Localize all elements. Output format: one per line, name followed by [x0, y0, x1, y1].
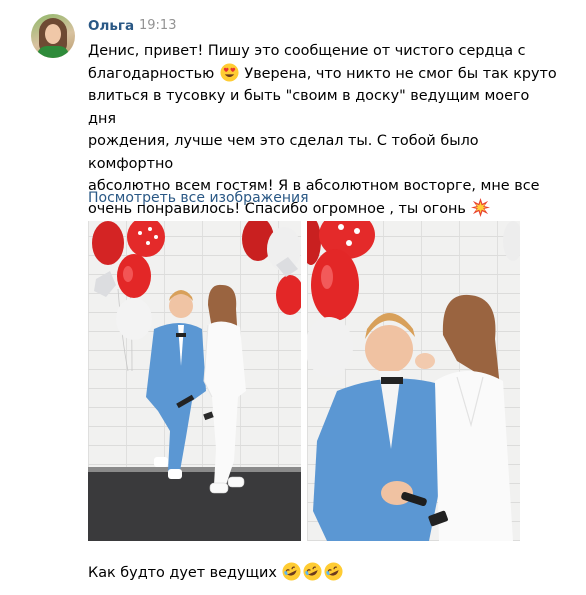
- message-line: благодарностью: [88, 65, 215, 82]
- message-line: Денис, привет! Пишу это сообщение от чис…: [88, 43, 526, 59]
- smiling-face-with-heart-eyes-icon: [220, 62, 239, 82]
- photo-couple-closeup[interactable]: [307, 221, 520, 541]
- rolling-on-the-floor-laughing-icon: [282, 562, 302, 581]
- comment-text: Как будто дует ведущих: [88, 562, 344, 584]
- view-all-images-link[interactable]: Посмотреть все изображения: [88, 188, 309, 208]
- rolling-on-the-floor-laughing-icon: [324, 562, 344, 581]
- message-line: Уверена, что никто не смог бы так круто: [244, 65, 557, 82]
- avatar[interactable]: [31, 14, 75, 58]
- message-post: Ольга 19:13 Денис, привет! Пишу это сооб…: [0, 0, 586, 595]
- photo-couple-full[interactable]: [88, 221, 301, 541]
- author-name[interactable]: Ольга: [88, 17, 134, 35]
- photo-couple-closeup-image: [307, 221, 520, 541]
- message-line: влиться в тусовку и быть "своим в доску"…: [88, 88, 530, 127]
- message-time[interactable]: 19:13: [139, 17, 176, 35]
- message-line: рождения, лучше чем это сделал ты. С тоб…: [88, 133, 479, 172]
- collision-icon: [471, 197, 491, 217]
- rolling-on-the-floor-laughing-icon: [303, 562, 323, 581]
- photo-couple-full-image: [88, 221, 301, 541]
- comment-line: Как будто дует ведущих: [88, 565, 277, 581]
